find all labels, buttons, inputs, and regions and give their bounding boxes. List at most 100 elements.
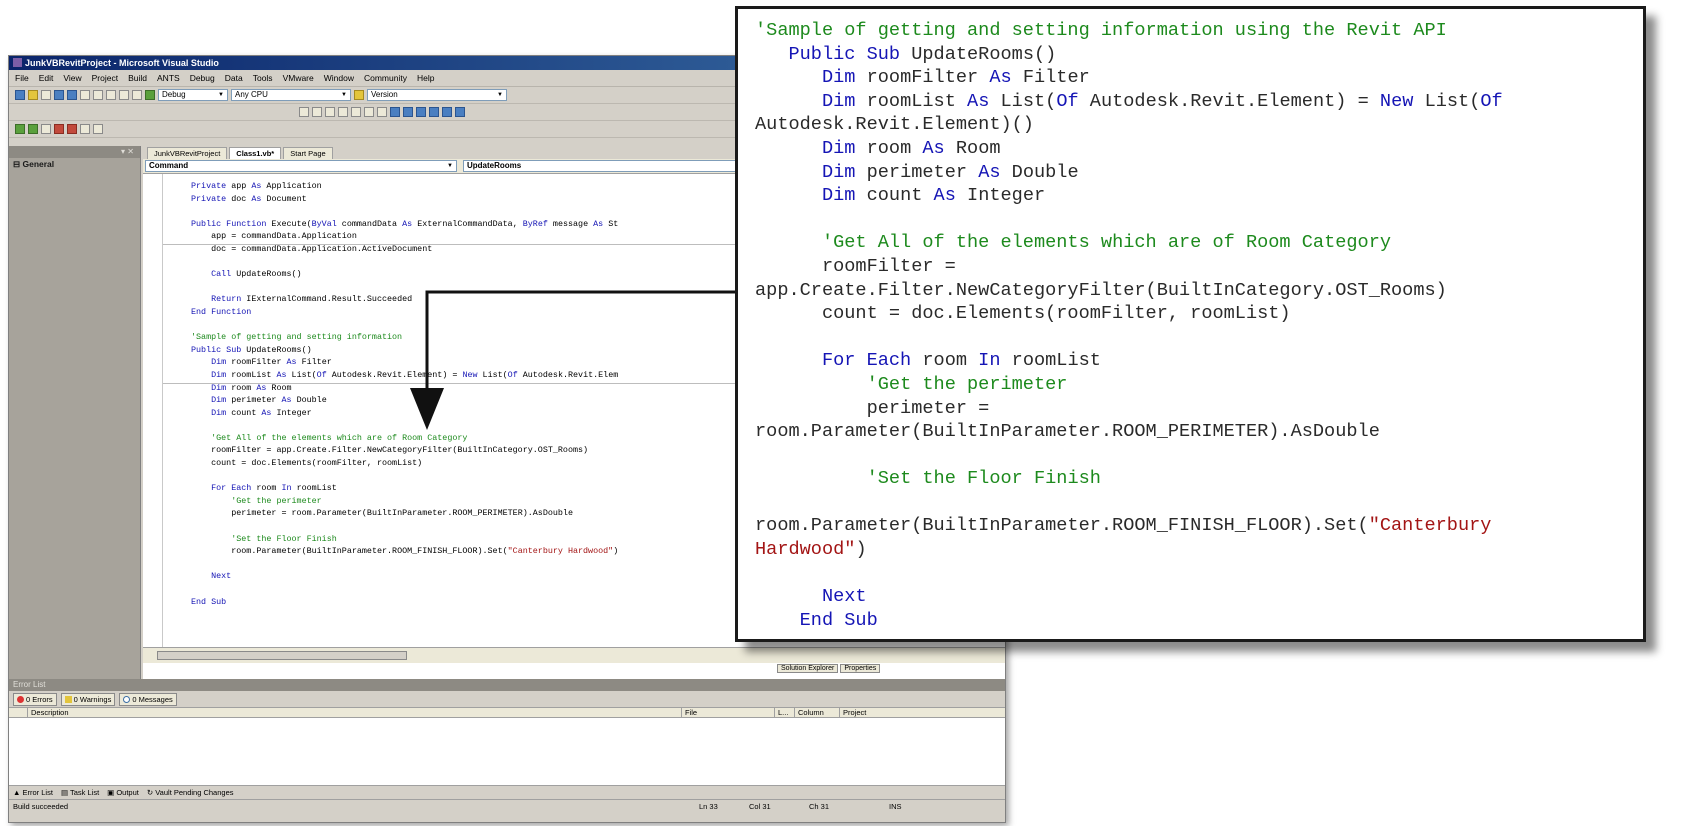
code-token: app [226,181,252,191]
open-file-icon[interactable] [28,90,38,100]
tab-task-list[interactable]: ▤ Task List [61,788,99,797]
code-token: count = doc.Elements(roomFilter, roomLis… [755,303,1291,325]
menu-tools[interactable]: Tools [253,73,273,83]
continue-icon[interactable] [15,124,25,134]
toolbar-icon[interactable] [403,107,413,117]
tab-output[interactable]: ▣ Output [107,788,139,797]
code-token: app = commandData.Application [211,231,357,242]
code-line: Private doc As Document [191,193,618,206]
toolbar-icon[interactable] [325,107,335,117]
toolbar-icon[interactable] [429,107,439,117]
toolbar-icon[interactable] [299,107,309,117]
code-line: room.Parameter(BuiltInParameter.ROOM_FIN… [755,514,1503,538]
code-keyword: ByRef [522,218,548,229]
menu-vmware[interactable]: VMware [283,73,314,83]
menu-ants[interactable]: ANTS [157,73,180,83]
tab-class1[interactable]: Class1.vb* [229,147,282,159]
errors-filter-button[interactable]: 0 Errors [13,692,57,706]
toolbar-icon[interactable] [93,124,103,134]
toolbar-icon[interactable] [80,124,90,134]
version-select[interactable]: Version ▼ [367,89,507,101]
pin-close-icon[interactable]: ▾ ✕ [121,146,134,158]
save-icon[interactable] [54,90,64,100]
tab-project[interactable]: JunkVBRevitProject [147,147,228,159]
code-line: Public Sub UpdateRooms() [755,43,1503,67]
menu-data[interactable]: Data [225,73,243,83]
break-icon[interactable] [67,124,77,134]
toolbar-icon[interactable] [364,107,374,117]
code-token: doc = commandData.Application.ActiveDocu… [211,243,433,254]
code-token: perimeter = [755,397,990,419]
copy-icon[interactable] [93,90,103,100]
toolbar-icon[interactable] [390,107,400,117]
toolbar-icon[interactable] [312,107,322,117]
toolbar-icon[interactable] [416,107,426,117]
column-description[interactable]: Description [27,708,69,718]
code-line: Return IExternalCommand.Result.Succeeded [191,293,618,306]
code-line: perimeter = [755,397,1503,421]
menu-project[interactable]: Project [92,73,118,83]
add-item-icon[interactable] [41,90,51,100]
cut-icon[interactable] [80,90,90,100]
code-keyword: In [281,483,292,494]
callout-code: 'Sample of getting and setting informati… [755,19,1503,632]
toolbox-header: ▾ ✕ [9,146,140,158]
column-line[interactable]: L... [774,708,788,718]
toolbar-icon[interactable] [455,107,465,117]
menu-edit[interactable]: Edit [39,73,54,83]
menu-help[interactable]: Help [417,73,434,83]
menu-window[interactable]: Window [324,73,354,83]
tab-properties[interactable]: Properties [840,664,881,673]
new-project-icon[interactable] [15,90,25,100]
paste-icon[interactable] [106,90,116,100]
menu-file[interactable]: File [15,73,29,83]
class-select[interactable]: Command ▼ [145,160,457,172]
toolbox-group-general[interactable]: ⊟ General [9,158,140,170]
toolbar-icon[interactable] [377,107,387,117]
menu-community[interactable]: Community [364,73,407,83]
save-all-icon[interactable] [67,90,77,100]
stop-icon[interactable] [54,124,64,134]
code-string: Hardwood" [755,539,856,561]
code-line: doc = commandData.Application.ActiveDocu… [191,243,618,256]
error-list-filters: 0 Errors 0 Warnings 0 Messages [9,691,1005,707]
code-token: Application [261,181,322,191]
status-column: Col 31 [749,802,771,811]
column-file[interactable]: File [681,708,697,718]
start-debug-icon[interactable] [145,90,155,100]
method-select[interactable]: UpdateRooms [463,160,763,172]
configuration-select[interactable]: Debug ▼ [158,89,228,101]
horizontal-scrollbar[interactable] [143,647,1005,663]
code-line: Dim roomFilter As Filter [191,356,618,369]
column-project[interactable]: Project [839,708,866,718]
warnings-filter-button[interactable]: 0 Warnings [60,692,116,706]
menu-build[interactable]: Build [128,73,147,83]
code-comment: 'Set the Floor Finish [866,468,1101,490]
scroll-thumb[interactable] [157,651,407,660]
code-line: 'Sample of getting and setting informati… [755,19,1503,43]
menu-debug[interactable]: Debug [190,73,215,83]
tab-start-page[interactable]: Start Page [283,147,333,159]
column-column[interactable]: Column [794,708,824,718]
toolbar-icon[interactable] [338,107,348,117]
toolbar-icon[interactable] [351,107,361,117]
tab-vault-pending[interactable]: ↻ Vault Pending Changes [147,788,234,797]
menu-view[interactable]: View [63,73,81,83]
toolbar-icon[interactable] [41,124,51,134]
redo-icon[interactable] [132,90,142,100]
undo-icon[interactable] [119,90,129,100]
toolbar-icon[interactable] [442,107,452,117]
code-token: List( [477,369,508,380]
platform-select[interactable]: Any CPU ▼ [231,89,351,101]
step-icon[interactable] [28,124,38,134]
code-line: count = doc.Elements(roomFilter, roomLis… [191,457,618,470]
tab-error-list[interactable]: ▲ Error List [13,788,53,797]
messages-filter-button[interactable]: 0 Messages [119,692,177,706]
code-comment: 'Get All of the elements which are of Ro… [821,232,1392,254]
editor-gutter [143,174,163,663]
tab-solution-explorer[interactable]: Solution Explorer [777,664,839,673]
